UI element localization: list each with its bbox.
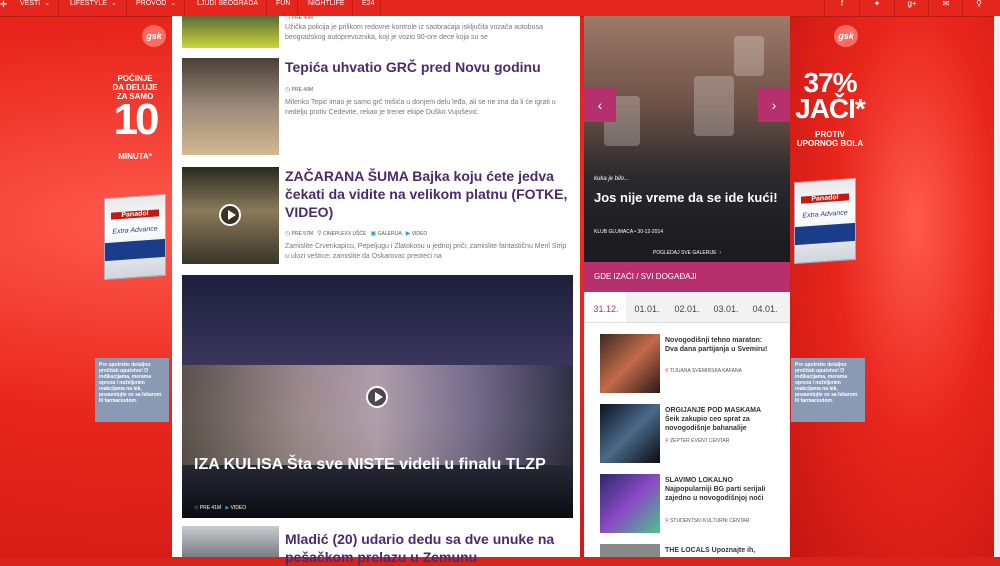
clock-icon: ◷ bbox=[285, 15, 291, 21]
right-column: ‹ › kuka je bilo... Jos nije vreme da se… bbox=[584, 16, 790, 557]
nav-item-vesti[interactable]: VESTI ⌄ bbox=[20, 0, 50, 14]
clock-icon: ◷ bbox=[194, 505, 199, 511]
slider-kicker: kuka je bilo... bbox=[594, 176, 630, 182]
featured-article[interactable]: IZA KULISA Šta sve NISTE videli u finalu… bbox=[182, 275, 573, 518]
chevron-down-icon: ⌄ bbox=[110, 0, 117, 7]
event-title[interactable]: THE LOCALS Upoznajte ih, bbox=[665, 546, 775, 555]
play-icon[interactable] bbox=[219, 204, 241, 226]
article-meta: ◷ PRE 40M bbox=[285, 15, 314, 21]
date-tab[interactable]: 01.01. bbox=[627, 292, 667, 322]
play-icon[interactable] bbox=[366, 386, 388, 408]
article-excerpt: Milenko Tepić imao je samo grč mišića u … bbox=[285, 99, 556, 116]
right-ad-info: Pre upotrebe detaljno pročitati uputstvo… bbox=[791, 358, 865, 422]
events-header[interactable]: GDE IZAĆI / SVI DOGAĐAJI bbox=[584, 262, 790, 292]
slider-image-detail bbox=[734, 36, 764, 76]
event-title[interactable]: Novogodišnji tehno maraton: Dva dana par… bbox=[665, 336, 775, 354]
nav-item-provod[interactable]: PROVOD ⌄ bbox=[136, 0, 176, 14]
view-all-galleries-link[interactable]: POGLEDAJ SVE GALERIJE › bbox=[584, 244, 790, 262]
location-icon: ⚲ bbox=[665, 438, 669, 444]
plus-icon[interactable]: + bbox=[0, 0, 8, 10]
event-thumbnail[interactable] bbox=[600, 544, 660, 557]
nav-item-fun[interactable]: FUN bbox=[276, 0, 290, 14]
clock-icon: ◷ bbox=[285, 231, 291, 237]
nav-item-nightlife[interactable]: NIGHTLIFE bbox=[308, 0, 345, 14]
event-thumbnail[interactable] bbox=[600, 404, 660, 463]
featured-image bbox=[182, 365, 573, 465]
video-icon: ▶ bbox=[225, 505, 230, 511]
panadol-box: Panadol Extra Advance bbox=[794, 177, 856, 265]
featured-meta: ◷ PRE 41M ▶ VIDEO bbox=[194, 505, 247, 511]
slider-meta: KLUB GLUMACA • 30-12-2014 bbox=[594, 229, 664, 235]
nav-divider bbox=[58, 0, 59, 16]
search-icon[interactable]: ⚲ bbox=[962, 0, 996, 16]
article-thumbnail[interactable] bbox=[182, 167, 279, 264]
slider-next-button[interactable]: › bbox=[758, 88, 790, 122]
event-thumbnail[interactable] bbox=[600, 334, 660, 393]
date-tab[interactable]: 31.12. bbox=[586, 292, 626, 322]
chevron-right-icon: › bbox=[719, 250, 722, 256]
event-title[interactable]: SLAVIMO LOKALNO Najpopularniji BG parti … bbox=[665, 476, 775, 503]
left-ad-info: Pre upotrebe detaljno pročitati uputstvo… bbox=[95, 358, 169, 422]
twitter-icon[interactable]: ✦ bbox=[860, 0, 894, 16]
nav-divider bbox=[184, 0, 185, 16]
clock-icon: ◷ bbox=[285, 87, 291, 93]
article-thumbnail[interactable] bbox=[182, 526, 279, 557]
article-meta: ◷ PRE 57M ⚲ CINEPLEXX UŠĆE ▣ GALERIJA ▶ … bbox=[285, 231, 428, 237]
right-ad-subline: PROTIV UPORNOG BOLA bbox=[796, 130, 864, 148]
date-tabs: 31.12. 01.01. 02.01. 03.01. 04.01. bbox=[584, 292, 790, 323]
date-tab[interactable]: 03.01. bbox=[706, 292, 746, 322]
top-navigation: + VESTI ⌄ LIFESTYLE ⌄ PROVOD ⌄ LJUDI BEOGRA… bbox=[0, 0, 1000, 17]
nav-divider bbox=[266, 0, 267, 16]
main-column: ◷ PRE 40M Užička policija je prilikom re… bbox=[172, 15, 580, 565]
gsk-logo: gsk bbox=[834, 25, 858, 47]
featured-title[interactable]: IZA KULISA Šta sve NISTE videli u finalu… bbox=[194, 455, 564, 475]
nav-divider bbox=[380, 0, 381, 16]
nav-item-ljudi-beograda[interactable]: LJUDI BEOGRADA bbox=[197, 0, 258, 14]
video-icon: ▶ bbox=[405, 231, 411, 237]
slider-prev-button[interactable]: ‹ bbox=[584, 88, 616, 122]
location-icon: ⚲ bbox=[665, 368, 669, 374]
event-location: ⚲ ZEPTER EVENT CENTAR bbox=[665, 438, 730, 444]
nav-divider bbox=[352, 0, 353, 16]
facebook-icon[interactable]: f bbox=[825, 0, 859, 16]
date-tab[interactable]: 04.01. bbox=[745, 292, 785, 322]
article-meta: ◷ PRE 49M bbox=[285, 87, 314, 93]
nav-item-lifestyle[interactable]: LIFESTYLE ⌄ bbox=[70, 0, 117, 14]
google-plus-icon[interactable]: g+ bbox=[895, 0, 929, 16]
location-icon: ⚲ bbox=[317, 231, 322, 237]
mail-icon[interactable]: ✉ bbox=[929, 0, 963, 16]
gsk-logo: gsk bbox=[142, 25, 166, 47]
nav-item-e24[interactable]: E24 bbox=[362, 0, 374, 14]
chevron-down-icon: ⌄ bbox=[44, 0, 51, 7]
date-tab[interactable]: 02.01. bbox=[667, 292, 707, 322]
left-ad-minutes: MINUTA* bbox=[118, 152, 152, 161]
article-excerpt: Zamislite Crvenkapicu, Pepeljugu i Zlato… bbox=[285, 243, 567, 260]
article-thumbnail[interactable] bbox=[182, 58, 279, 155]
event-thumbnail[interactable] bbox=[600, 474, 660, 533]
article-title[interactable]: Tepića uhvatio GRČ pred Novu godinu bbox=[285, 58, 575, 76]
panadol-box: Panadol Extra Advance bbox=[104, 193, 166, 281]
scrollbar[interactable] bbox=[994, 16, 1000, 557]
slider-image-detail bbox=[694, 76, 734, 136]
article-title[interactable]: ZAČARANA ŠUMA Bajka koju ćete jedva čeka… bbox=[285, 167, 575, 221]
article-title[interactable]: Mladić (20) udario dedu sa dve unuke na … bbox=[285, 530, 575, 566]
location-icon: ⚲ bbox=[665, 518, 669, 524]
article-excerpt: Užička policija je prilikom redovne kont… bbox=[285, 24, 543, 41]
left-ad-number: 10 bbox=[113, 95, 160, 144]
gallery-slider[interactable]: ‹ › kuka je bilo... Jos nije vreme da se… bbox=[584, 16, 790, 244]
event-location: ⚲ STUDENTSKI KULTURNI CENTAR bbox=[665, 518, 750, 524]
event-location: ⚲ TIJUANA SVEMIRSKA KAFANA bbox=[665, 368, 742, 374]
article-thumbnail[interactable] bbox=[182, 16, 279, 48]
nav-divider bbox=[126, 0, 127, 16]
gallery-icon: ▣ bbox=[370, 231, 377, 237]
slider-title[interactable]: Jos nije vreme da se ide kući! bbox=[594, 190, 780, 206]
right-ad-headline: 37% JAČI* bbox=[795, 67, 866, 124]
event-title[interactable]: ORGIJANJE POD MASKAMA Šeik zakupio ceo s… bbox=[665, 406, 775, 433]
chevron-down-icon: ⌄ bbox=[170, 0, 177, 7]
